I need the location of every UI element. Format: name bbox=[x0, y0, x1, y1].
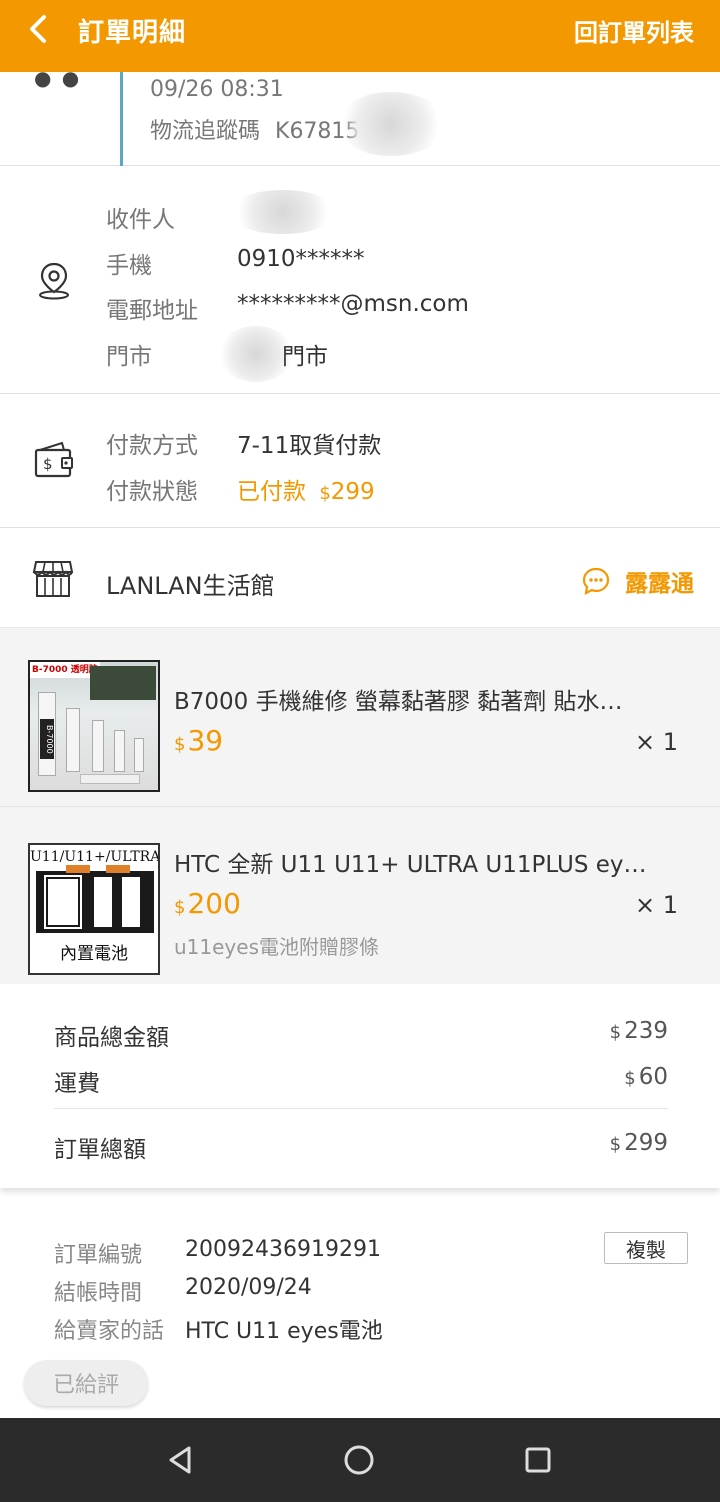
chat-bubble-icon bbox=[581, 566, 611, 596]
note-value: HTC U11 eyes電池 bbox=[185, 1319, 383, 1344]
tracking-code-label: 物流追蹤碼 bbox=[150, 119, 261, 144]
rated-button[interactable]: 已給評 bbox=[24, 1360, 148, 1406]
thumb-tube-flat bbox=[80, 774, 140, 784]
shipping-value: $60 bbox=[624, 1064, 668, 1090]
thumb-hand bbox=[90, 666, 156, 700]
thumb-tube bbox=[66, 708, 80, 772]
thumb-tube bbox=[92, 720, 104, 772]
payment-section: $ 付款方式 7-11取貨付款 付款狀態 已付款 $299 bbox=[0, 394, 720, 528]
total-value: $299 bbox=[610, 1130, 668, 1156]
location-pin-icon bbox=[32, 258, 76, 302]
summary-divider bbox=[54, 1108, 668, 1109]
note-label: 給賣家的話 bbox=[54, 1319, 165, 1344]
thumb-strip bbox=[94, 877, 112, 927]
product-item[interactable]: U11/U11+/ULTRA 內置電池 HTC 全新 U11 U11+ ULTR… bbox=[0, 806, 720, 984]
total-label: 訂單總額 bbox=[54, 1137, 146, 1163]
payment-status-label: 付款狀態 bbox=[106, 479, 198, 505]
tracking-time: 09/26 08:31 bbox=[150, 77, 284, 102]
shop-name[interactable]: LANLAN生活館 bbox=[106, 566, 275, 601]
redaction-blur bbox=[336, 92, 446, 156]
system-navigation-bar bbox=[0, 1418, 720, 1502]
thumb-connector bbox=[66, 865, 90, 873]
product-spec: u11eyes電池附贈膠條 bbox=[174, 935, 379, 959]
payment-method-label: 付款方式 bbox=[106, 433, 198, 459]
product-currency: $ bbox=[174, 734, 186, 755]
redaction-blur bbox=[228, 190, 338, 234]
nav-recents-icon[interactable] bbox=[520, 1442, 556, 1478]
product-quantity: × 1 bbox=[634, 728, 678, 756]
order-number-label: 訂單編號 bbox=[54, 1243, 143, 1268]
store-label: 門市 bbox=[106, 344, 152, 370]
order-info-section: 訂單編號 20092436919291 複製 結帳時間 2020/09/24 給… bbox=[0, 1206, 720, 1418]
product-currency: $ bbox=[174, 897, 186, 918]
payment-status-value: 已付款 $299 bbox=[237, 472, 375, 506]
app-header: 訂單明細 回訂單列表 bbox=[0, 0, 720, 72]
shipping-label: 運費 bbox=[54, 1071, 100, 1097]
payment-amount: 299 bbox=[330, 479, 375, 505]
product-thumbnail: U11/U11+/ULTRA 內置電池 bbox=[28, 843, 160, 975]
thumb-bottom-text: 內置電池 bbox=[60, 944, 128, 964]
thumb-tube-label: B-7000 bbox=[40, 719, 54, 759]
subtotal-currency: $ bbox=[609, 1022, 622, 1043]
subtotal-value: $239 bbox=[610, 1018, 668, 1044]
product-price: $200 bbox=[174, 887, 241, 920]
product-item[interactable]: B-7000 透明胶 B-7000 B7000 手機維修 螢幕黏著膠 黏著劑 貼… bbox=[0, 628, 720, 806]
thumb-tube bbox=[114, 730, 125, 772]
tracking-section: ● ● 09/26 08:31 物流追蹤碼 K67815 bbox=[0, 66, 720, 166]
timeline-marker: ● ● bbox=[34, 66, 82, 90]
product-name: B7000 手機維修 螢幕黏著膠 黏著劑 貼水… bbox=[174, 689, 623, 715]
subtotal-amount: 239 bbox=[624, 1018, 668, 1044]
phone-value: 0910****** bbox=[237, 246, 365, 272]
product-price: $39 bbox=[174, 724, 223, 757]
phone-label: 手機 bbox=[106, 253, 152, 279]
back-arrow-icon[interactable] bbox=[22, 12, 56, 46]
shipping-amount: 60 bbox=[638, 1064, 668, 1090]
page-title: 訂單明細 bbox=[78, 18, 187, 48]
copy-button[interactable]: 複製 bbox=[604, 1232, 688, 1264]
shipping-currency: $ bbox=[624, 1068, 636, 1089]
wallet-icon: $ bbox=[32, 438, 76, 482]
chat-with-seller-button[interactable]: 露露通 bbox=[581, 564, 694, 598]
thumb-tube bbox=[134, 738, 144, 772]
thumb-tube-large: B-7000 bbox=[38, 692, 56, 776]
checkout-time-value: 2020/09/24 bbox=[185, 1275, 312, 1300]
nav-home-icon[interactable] bbox=[341, 1442, 377, 1478]
thumb-top-text: U11/U11+/ULTRA bbox=[30, 849, 160, 865]
store-value: 門市 bbox=[282, 344, 328, 370]
subtotal-label: 商品總金額 bbox=[54, 1025, 169, 1051]
thumb-strip bbox=[122, 877, 140, 927]
thumb-connector bbox=[106, 865, 130, 873]
payment-status-text: 已付款 bbox=[237, 479, 306, 505]
tracking-code[interactable]: 物流追蹤碼 K67815 bbox=[150, 113, 359, 145]
svg-text:$: $ bbox=[43, 455, 53, 473]
product-list: B-7000 透明胶 B-7000 B7000 手機維修 螢幕黏著膠 黏著劑 貼… bbox=[0, 628, 720, 984]
shop-header[interactable]: LANLAN生活館 露露通 bbox=[0, 528, 720, 628]
total-currency: $ bbox=[609, 1134, 622, 1155]
email-value: *********@msn.com bbox=[237, 291, 469, 317]
payment-method-value: 7-11取貨付款 bbox=[237, 433, 382, 459]
checkout-time-label: 結帳時間 bbox=[54, 1281, 143, 1306]
payment-currency: $ bbox=[319, 483, 331, 504]
product-price-value: 200 bbox=[187, 887, 241, 920]
product-price-value: 39 bbox=[187, 724, 224, 757]
thumb-strip bbox=[44, 875, 82, 929]
total-amount: 299 bbox=[624, 1130, 668, 1156]
recipient-section: 收件人 手機 0910****** 電郵地址 *********@msn.com… bbox=[0, 166, 720, 394]
product-thumbnail: B-7000 透明胶 B-7000 bbox=[28, 660, 160, 792]
chat-label: 露露通 bbox=[625, 571, 694, 597]
recipient-name-label: 收件人 bbox=[106, 207, 175, 233]
product-quantity: × 1 bbox=[634, 891, 678, 919]
price-summary: 商品總金額 $239 運費 $60 訂單總額 $299 bbox=[0, 984, 720, 1188]
nav-back-icon[interactable] bbox=[162, 1442, 198, 1478]
order-number-value: 20092436919291 bbox=[185, 1237, 381, 1262]
store-icon bbox=[32, 556, 76, 600]
email-label: 電郵地址 bbox=[106, 298, 198, 324]
back-to-order-list-link[interactable]: 回訂單列表 bbox=[574, 13, 694, 48]
product-name: HTC 全新 U11 U11+ ULTRA U11PLUS ey… bbox=[174, 852, 644, 878]
timeline-line bbox=[120, 72, 123, 166]
thumb-battery bbox=[36, 865, 154, 933]
